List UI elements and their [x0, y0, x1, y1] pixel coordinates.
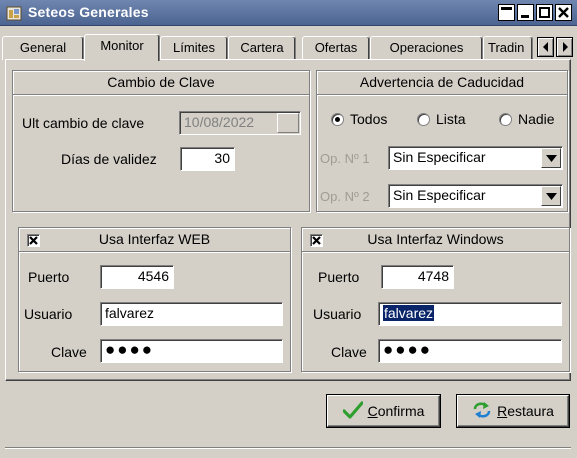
- dias-validez-label: Días de validez: [61, 151, 157, 167]
- tab-scroll-left-icon[interactable]: [537, 37, 554, 57]
- web-usuario-label: Usuario: [24, 306, 73, 322]
- tab-monitor[interactable]: Monitor: [84, 34, 160, 61]
- radio-todos[interactable]: [331, 113, 344, 126]
- dias-validez-field[interactable]: 30: [180, 147, 235, 171]
- advertencia-title: Advertencia de Caducidad: [317, 71, 567, 95]
- app-icon: [6, 5, 22, 21]
- radio-lista[interactable]: [417, 113, 430, 126]
- maximize-icon[interactable]: [536, 4, 553, 21]
- ult-cambio-field: 10/08/2022: [179, 111, 301, 135]
- restore-icon[interactable]: [498, 4, 515, 21]
- radio-todos-label[interactable]: Todos: [350, 111, 387, 127]
- op2-label: Op. Nº 2: [320, 189, 370, 204]
- windows-interface-group: Usa Interfaz Windows Puerto 4748 Usuario…: [301, 227, 570, 372]
- radio-nadie-label[interactable]: Nadie: [518, 111, 555, 127]
- cambio-clave-group: Cambio de Clave Ult cambio de clave 10/0…: [12, 70, 310, 212]
- radio-nadie[interactable]: [499, 113, 512, 126]
- advertencia-group: Advertencia de Caducidad Todos Lista Nad…: [316, 70, 568, 212]
- selected-text: falvarez: [383, 305, 435, 321]
- windows-checkbox[interactable]: [310, 234, 323, 247]
- web-clave-field[interactable]: ●●●●: [100, 339, 283, 363]
- checkmark-icon: [341, 400, 364, 422]
- windows-clave-label: Clave: [331, 344, 367, 360]
- web-interface-group: Usa Interfaz WEB Puerto 4546 Usuario fal…: [18, 227, 291, 372]
- web-usuario-field[interactable]: falvarez: [100, 302, 283, 326]
- op2-select[interactable]: Sin Especificar: [388, 184, 563, 208]
- windows-group-header: Usa Interfaz Windows: [302, 228, 569, 252]
- window-title: Seteos Generales: [28, 4, 149, 20]
- tab-general[interactable]: General: [2, 36, 84, 60]
- tab-strip: General Monitor Límites Cartera Ofertas …: [0, 34, 577, 61]
- web-clave-label: Clave: [51, 344, 87, 360]
- tab-ofertas[interactable]: Ofertas: [302, 36, 370, 60]
- web-puerto-field[interactable]: 4546: [100, 265, 174, 289]
- windows-group-title: Usa Interfaz Windows: [367, 231, 504, 247]
- ult-cambio-label: Ult cambio de clave: [22, 115, 145, 131]
- web-group-header: Usa Interfaz WEB: [19, 228, 290, 252]
- tab-scroll-right-icon[interactable]: [556, 37, 573, 57]
- title-bar[interactable]: Seteos Generales: [0, 0, 577, 26]
- windows-clave-field[interactable]: ●●●●: [378, 339, 562, 363]
- status-bar: [5, 447, 571, 458]
- web-puerto-label: Puerto: [28, 269, 70, 285]
- tab-trading[interactable]: Tradin: [483, 36, 533, 60]
- chevron-down-icon[interactable]: [541, 148, 561, 168]
- windows-usuario-field[interactable]: falvarez: [378, 302, 562, 326]
- settings-window: Seteos Generales General Monitor Límites…: [0, 0, 577, 458]
- web-checkbox[interactable]: [27, 234, 40, 247]
- chevron-down-icon[interactable]: [541, 186, 561, 206]
- tab-cartera[interactable]: Cartera: [228, 36, 296, 60]
- op1-select[interactable]: Sin Especificar: [388, 146, 563, 170]
- close-icon[interactable]: [555, 4, 572, 21]
- refresh-icon: [472, 401, 492, 422]
- windows-puerto-field[interactable]: 4748: [381, 265, 454, 289]
- windows-usuario-label: Usuario: [313, 306, 362, 322]
- confirma-button[interactable]: Confirma: [327, 395, 440, 427]
- tab-operaciones[interactable]: Operaciones: [370, 36, 483, 60]
- op1-label: Op. Nº 1: [320, 151, 370, 166]
- windows-puerto-label: Puerto: [318, 269, 360, 285]
- web-group-title: Usa Interfaz WEB: [98, 231, 211, 247]
- minimize-icon[interactable]: [517, 4, 534, 21]
- cambio-clave-title: Cambio de Clave: [13, 71, 309, 95]
- radio-lista-label[interactable]: Lista: [436, 111, 466, 127]
- restaura-button[interactable]: Restaura: [457, 395, 569, 427]
- date-picker-button: [277, 113, 299, 133]
- tab-limites[interactable]: Límites: [160, 36, 228, 60]
